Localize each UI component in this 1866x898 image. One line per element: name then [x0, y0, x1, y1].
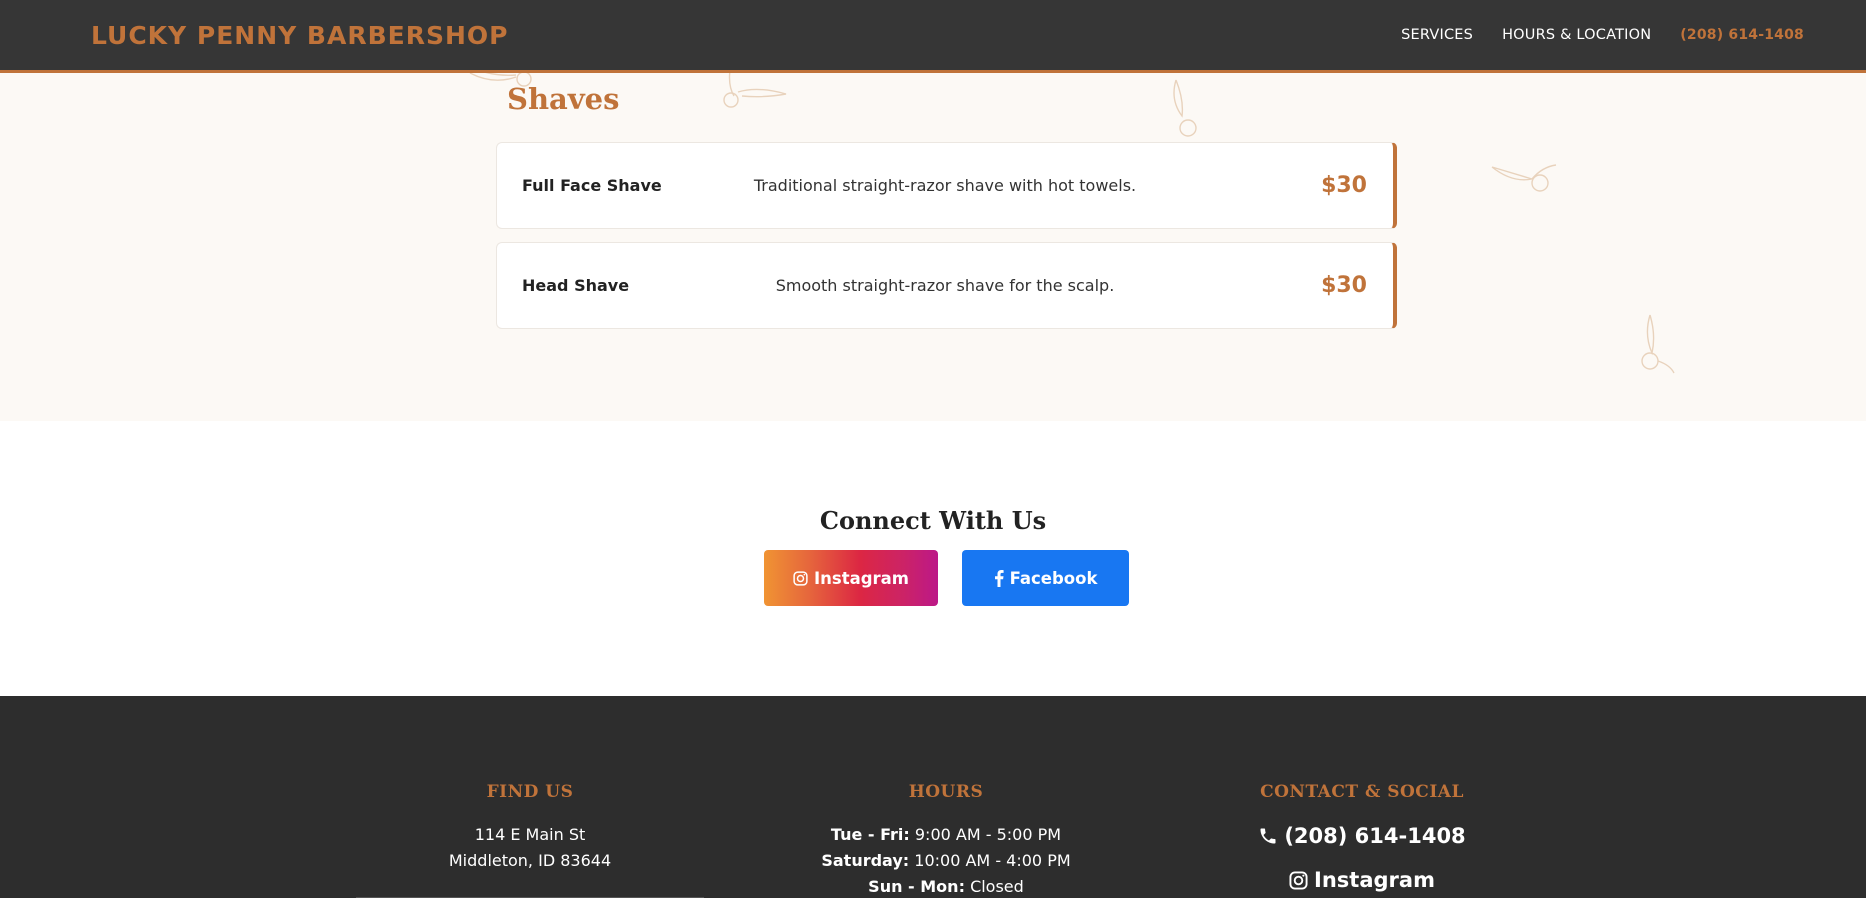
main-nav: SERVICES HOURS & LOCATION (208) 614-1408 — [1401, 27, 1804, 43]
footer-contact: CONTACT & SOCIAL (208) 614-1408 Instagra… — [1172, 782, 1552, 895]
service-name: Head Shave — [522, 276, 630, 295]
site-footer: FIND US 114 E Main St Middleton, ID 8364… — [0, 696, 1866, 898]
hours-time: Closed — [970, 877, 1024, 896]
hours-days: Saturday: — [821, 851, 910, 870]
hours-heading: HOURS — [908, 782, 984, 802]
scissors-decor-icon — [1173, 79, 1197, 137]
service-price: $30 — [1321, 173, 1367, 198]
nav-phone[interactable]: (208) 614-1408 — [1680, 27, 1804, 43]
shaves-section: Shaves Full Face Shave Traditional strai… — [0, 73, 1866, 421]
service-description: Traditional straight-razor shave with ho… — [753, 176, 1137, 195]
instagram-icon — [1289, 870, 1308, 890]
footer-phone-link[interactable]: (208) 614-1408 — [1172, 821, 1552, 851]
hours-row: Sun - Mon: Closed — [756, 874, 1136, 898]
hours-time: 10:00 AM - 4:00 PM — [914, 851, 1071, 870]
nav-hours-location[interactable]: HOURS & LOCATION — [1502, 27, 1651, 43]
scissors-decor-icon — [1491, 164, 1557, 192]
connect-section: Connect With Us Instagram Facebook — [0, 421, 1866, 696]
scissors-decor-icon — [1641, 314, 1675, 374]
hours-row: Saturday: 10:00 AM - 4:00 PM — [756, 848, 1136, 874]
contact-heading: CONTACT & SOCIAL — [1260, 782, 1464, 802]
facebook-icon — [994, 569, 1004, 587]
footer-instagram-text: Instagram — [1314, 868, 1435, 892]
phone-icon — [1260, 828, 1276, 844]
service-price: $30 — [1321, 273, 1367, 298]
footer-find-us: FIND US 114 E Main St Middleton, ID 8364… — [340, 782, 720, 874]
brand-logo[interactable]: LUCKY PENNY BARBERSHOP — [91, 21, 508, 50]
hours-days: Tue - Fri: — [830, 825, 910, 844]
footer-phone-text: (208) 614-1408 — [1284, 824, 1466, 848]
service-card: Full Face Shave Traditional straight-raz… — [496, 142, 1397, 229]
nav-services[interactable]: SERVICES — [1401, 27, 1473, 43]
section-title: Shaves — [507, 82, 620, 116]
service-description: Smooth straight-razor shave for the scal… — [775, 276, 1115, 295]
footer-hours: HOURS Tue - Fri: 9:00 AM - 5:00 PM Satur… — [756, 782, 1136, 898]
site-header: LUCKY PENNY BARBERSHOP SERVICES HOURS & … — [0, 0, 1866, 73]
footer-instagram-link[interactable]: Instagram — [1172, 865, 1552, 895]
scissors-decor-icon — [723, 73, 787, 108]
hours-time: 9:00 AM - 5:00 PM — [914, 825, 1062, 844]
connect-title: Connect With Us — [819, 506, 1047, 535]
address-line: Middleton, ID 83644 — [448, 851, 612, 870]
facebook-button-label: Facebook — [1009, 568, 1098, 588]
find-us-heading: FIND US — [486, 782, 574, 802]
service-card: Head Shave Smooth straight-razor shave f… — [496, 242, 1397, 329]
instagram-button-label: Instagram — [813, 568, 909, 588]
facebook-button[interactable]: Facebook — [962, 550, 1129, 606]
hours-days: Sun - Mon: — [868, 877, 965, 896]
address-line: 114 E Main St — [474, 825, 586, 844]
instagram-icon — [793, 570, 808, 586]
hours-row: Tue - Fri: 9:00 AM - 5:00 PM — [756, 822, 1136, 848]
instagram-button[interactable]: Instagram — [764, 550, 938, 606]
service-name: Full Face Shave — [522, 176, 662, 195]
